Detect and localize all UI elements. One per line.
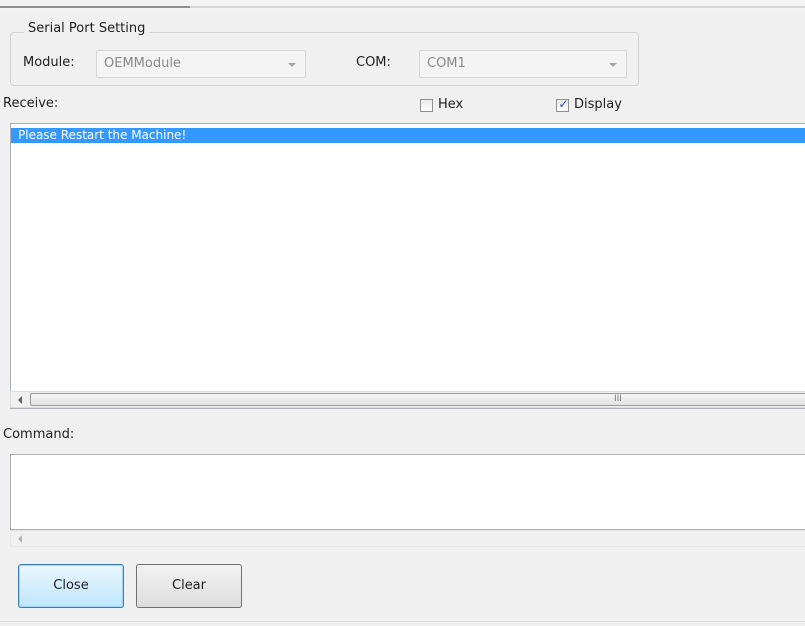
scrollbar-grip: III: [614, 394, 622, 404]
receive-horizontal-scrollbar[interactable]: III: [10, 391, 805, 408]
clear-button[interactable]: Clear: [136, 564, 242, 608]
com-label: COM:: [356, 55, 391, 70]
scroll-left-arrow-icon[interactable]: [18, 535, 22, 543]
receive-line-selected[interactable]: Please Restart the Machine!: [11, 128, 805, 143]
module-select-value: OEMModule: [104, 56, 181, 71]
scrollbar-thumb[interactable]: III: [30, 393, 805, 406]
module-select[interactable]: OEMModule: [96, 50, 306, 78]
command-textarea[interactable]: [10, 454, 805, 530]
receive-textarea[interactable]: Please Restart the Machine!: [10, 123, 805, 409]
com-select[interactable]: COM1: [419, 50, 627, 78]
checkmark-icon: ✓: [558, 97, 569, 111]
hex-checkbox[interactable]: [420, 99, 433, 112]
command-label: Command:: [3, 427, 75, 442]
receive-label: Receive:: [3, 96, 59, 111]
command-horizontal-scrollbar[interactable]: [10, 530, 805, 547]
bottom-divider: [0, 621, 805, 622]
chevron-down-icon: [609, 63, 617, 67]
module-label: Module:: [23, 55, 75, 70]
top-border-accent: [0, 6, 190, 8]
hex-label[interactable]: Hex: [438, 97, 463, 112]
com-select-value: COM1: [427, 56, 466, 71]
display-label[interactable]: Display: [574, 97, 622, 112]
chevron-down-icon: [288, 63, 296, 67]
top-border-line: [190, 6, 805, 8]
close-button[interactable]: Close: [18, 564, 124, 608]
display-checkbox[interactable]: ✓: [556, 97, 569, 112]
scroll-left-arrow-icon[interactable]: [18, 396, 22, 404]
serial-port-setting-title: Serial Port Setting: [24, 21, 150, 36]
top-border: [0, 0, 805, 12]
